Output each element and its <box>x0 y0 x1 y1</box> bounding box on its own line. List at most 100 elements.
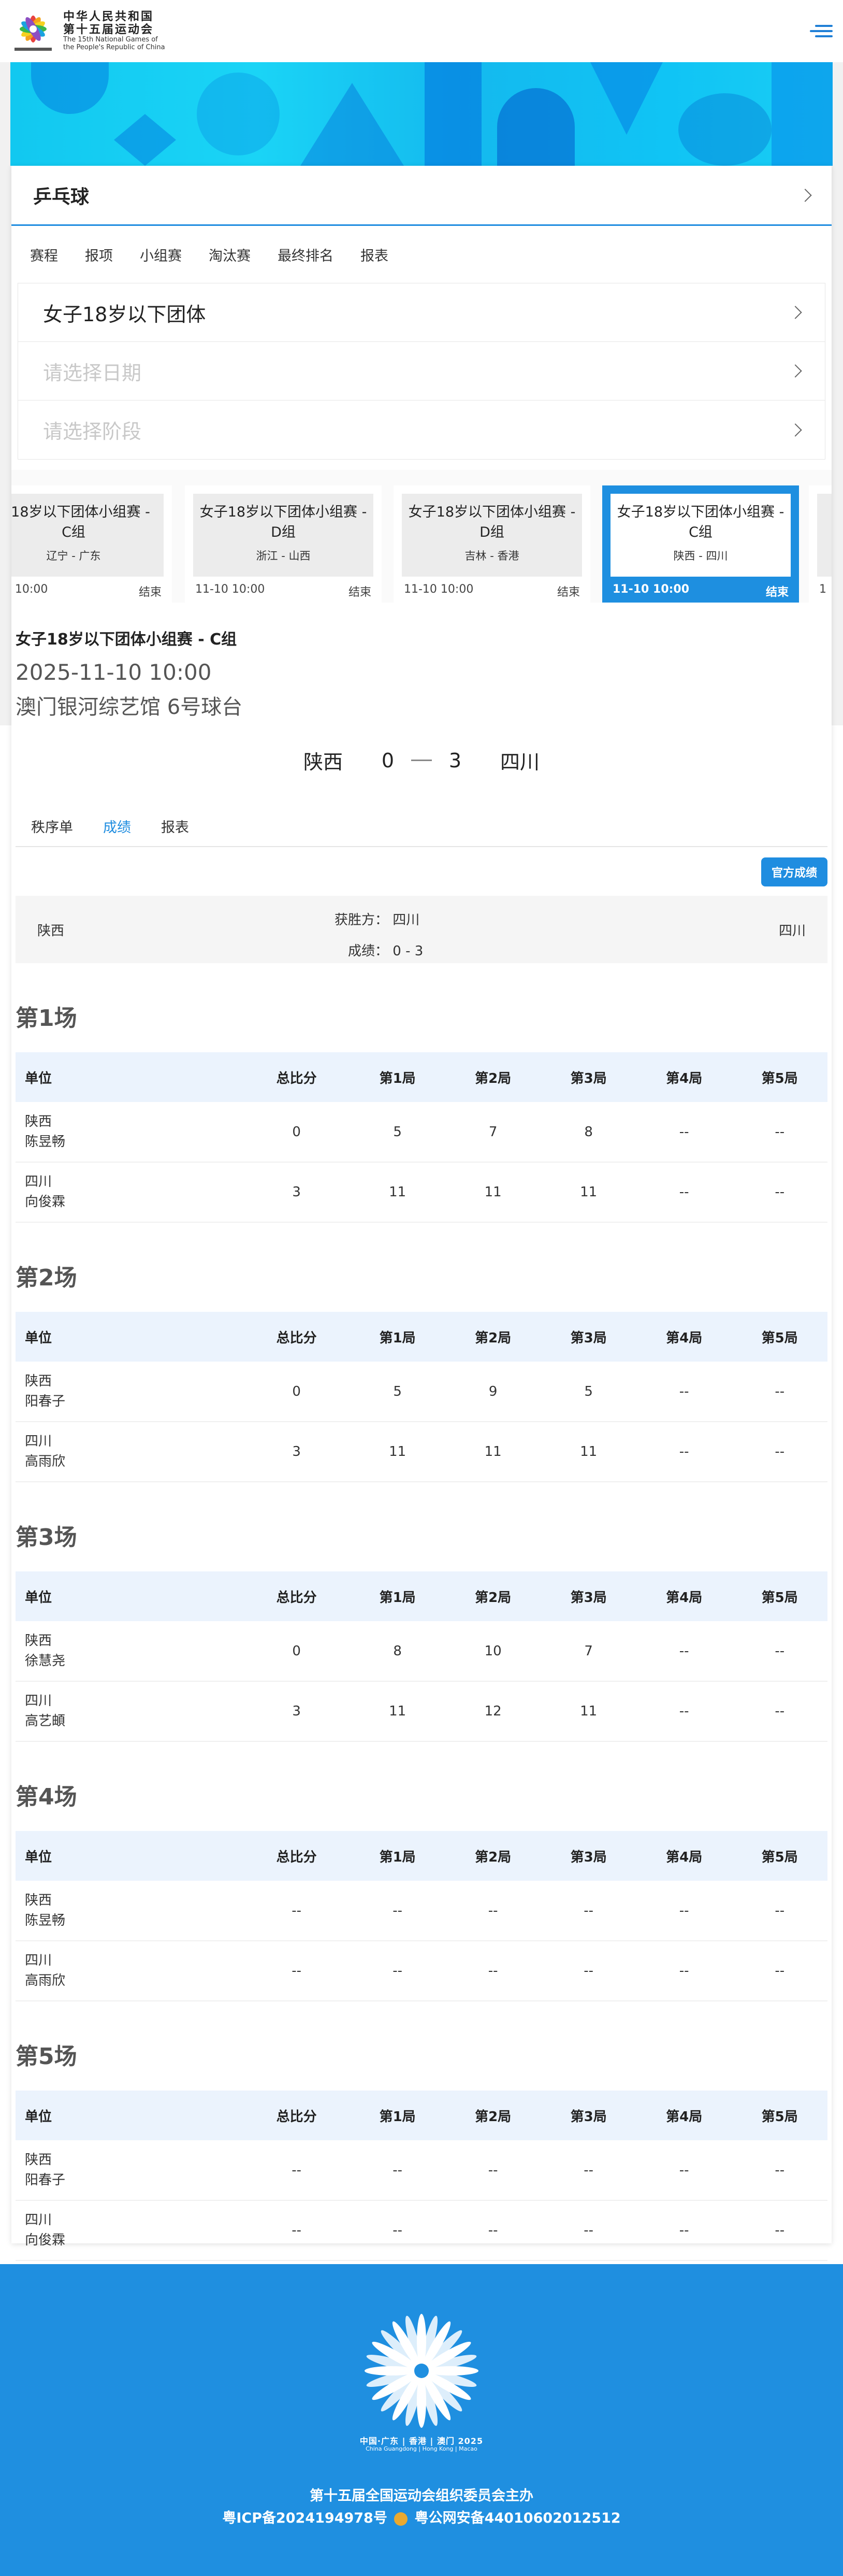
game-section: 第2场 单位 总比分 第1局 第2局 第3局 第4局 第5局 陕西 阳春子 0 5 9 5 -- -- 四川 高雨… <box>16 1259 827 1482</box>
team-name: 陕西 <box>25 1113 52 1129</box>
player-name: 陈昱畅 <box>25 1912 66 1928</box>
tab-reports[interactable]: 报表 <box>360 245 388 265</box>
match-card-group: D组 <box>271 524 296 541</box>
date-select[interactable]: 请选择日期 <box>18 342 825 400</box>
table-header-cell: 单位 <box>16 1571 243 1621</box>
match-card-name: 女子18岁以下团体小组赛 - <box>617 504 784 520</box>
winner-label: 获胜方： <box>334 912 388 928</box>
table-header-cell: 第1局 <box>350 1052 445 1102</box>
table-header-cell: 第4局 <box>636 1571 732 1621</box>
match-card-time: 11-10 10:00 <box>404 583 474 596</box>
unit-cell: 四川 向俊霖 <box>16 2200 243 2261</box>
game-score-cell: 11 <box>445 1422 541 1482</box>
tab-final-ranking[interactable]: 最终排名 <box>278 245 333 265</box>
table-header-cell: 第2局 <box>445 1571 541 1621</box>
unit-cell: 四川 高艺頔 <box>16 1681 243 1742</box>
sport-selector[interactable]: 乒乓球 <box>11 166 832 226</box>
game-score-cell: 5 <box>350 1102 445 1163</box>
match-datetime: 2025-11-10 10:00 <box>16 660 212 685</box>
table-header-cell: 第5局 <box>732 2091 827 2140</box>
game-score-cell: -- <box>636 1102 732 1163</box>
unit-cell: 陕西 徐慧尧 <box>16 1621 243 1682</box>
filter-panel: 女子18岁以下团体 请选择日期 请选择阶段 <box>18 283 825 460</box>
official-results-button[interactable]: 官方成绩 <box>761 857 827 886</box>
game-title: 第1场 <box>16 1005 77 1032</box>
tab-results[interactable]: 成绩 <box>103 816 131 846</box>
main-card: 乒乓球 赛程 报项 小组赛 淘汰赛 最终排名 报表 女子18岁以下团体 请选择日… <box>11 166 832 2261</box>
tab-entries[interactable]: 报项 <box>85 245 113 265</box>
team-name: 陕西 <box>25 1633 52 1649</box>
tab-knockout[interactable]: 淘汰赛 <box>209 245 251 265</box>
team-name: 陕西 <box>25 2152 52 2168</box>
menu-icon[interactable] <box>810 20 833 42</box>
stage-select-placeholder: 请选择阶段 <box>43 420 142 443</box>
match-card[interactable]: 子18岁以下团体小组赛 - C组 辽宁 - 广东 1-10 10:00 结束 <box>11 485 172 603</box>
game-score-cell: -- <box>541 2200 636 2261</box>
game-score-cell: -- <box>445 1881 541 1941</box>
match-carousel[interactable]: 子18岁以下团体小组赛 - C组 辽宁 - 广东 1-10 10:00 结束 女… <box>11 470 832 603</box>
tab-group-stage[interactable]: 小组赛 <box>140 245 182 265</box>
team-name: 陕西 <box>25 1892 52 1908</box>
footer-police-link[interactable]: 粤公网安备44010602012512 <box>415 2510 621 2526</box>
table-header-cell: 第4局 <box>636 1052 732 1102</box>
match-card[interactable]: 女子18岁以下团体小组赛 - D组 浙江 - 山西 11-10 10:00 结束 <box>185 485 382 603</box>
chevron-right-icon <box>789 306 802 319</box>
table-header-cell: 第1局 <box>350 2091 445 2140</box>
game-title: 第3场 <box>16 1524 77 1551</box>
table-header-cell: 总比分 <box>243 1831 350 1881</box>
tab-schedule[interactable]: 赛程 <box>30 245 58 265</box>
games-emblem-icon <box>14 16 52 51</box>
unit-cell: 四川 高雨欣 <box>16 1422 243 1482</box>
logo-cn-line1: 中华人民共和国 <box>63 10 154 23</box>
game-score-cell: -- <box>732 1422 827 1482</box>
game-score-cell: -- <box>445 2200 541 2261</box>
table-header-cell: 第4局 <box>636 1831 732 1881</box>
team-name: 四川 <box>25 1953 52 1968</box>
tab-order-sheet[interactable]: 秩序单 <box>31 816 73 846</box>
table-header-cell: 单位 <box>16 1052 243 1102</box>
game-score-cell: -- <box>732 1681 827 1742</box>
summary-team-right: 四川 <box>778 923 806 939</box>
game-score-cell: -- <box>350 1941 445 2001</box>
game-score-cell: -- <box>636 1162 732 1223</box>
game-section: 第1场 单位 总比分 第1局 第2局 第3局 第4局 第5局 陕西 陈昱畅 0 5 7 8 -- -- 四川 向俊… <box>16 999 827 1223</box>
footer-icp-link[interactable]: 粤ICP备2024194978号 <box>222 2510 387 2526</box>
match-card-selected[interactable]: 女子18岁以下团体小组赛 - C组 陕西 - 四川 11-10 10:00 结束 <box>602 485 799 603</box>
table-header-cell: 第1局 <box>350 1312 445 1362</box>
team-name: 陕西 <box>25 1373 52 1389</box>
top-header: 中华人民共和国 第十五届运动会 The 15th National Games … <box>0 0 843 62</box>
team-name: 四川 <box>25 1693 52 1709</box>
game-score-cell: -- <box>541 1881 636 1941</box>
game-score-cell: -- <box>636 1881 732 1941</box>
total-score-cell: 3 <box>243 1162 350 1223</box>
game-result-table: 单位 总比分 第1局 第2局 第3局 第4局 第5局 陕西 阳春子 -- -- -- -- -- -- 四川向… <box>16 2091 827 2261</box>
match-card-peek[interactable]: 1 <box>809 485 832 603</box>
games-logo[interactable]: 中华人民共和国 第十五届运动会 The 15th National Games … <box>10 8 165 54</box>
table-header-cell: 单位 <box>16 1831 243 1881</box>
page-footer: 中国·广东 | 香港 | 澳门 2025 China Guangdong | H… <box>0 2264 843 2576</box>
sport-title: 乒乓球 <box>33 186 90 208</box>
game-result-table: 单位 总比分 第1局 第2局 第3局 第4局 第5局 陕西 阳春子 0 5 9 5 -- -- 四川 高雨欣 3 1… <box>16 1312 827 1482</box>
game-section: 第4场 单位 总比分 第1局 第2局 第3局 第4局 第5局 陕西 陈昱畅 -- -- -- -- -- --… <box>16 1778 827 2001</box>
table-row: 陕西 陈昱畅 -- -- -- -- -- -- <box>16 1881 827 1941</box>
match-card[interactable]: 女子18岁以下团体小组赛 - D组 吉林 - 香港 11-10 10:00 结束 <box>394 485 590 603</box>
table-header-cell: 第2局 <box>445 1052 541 1102</box>
event-select[interactable]: 女子18岁以下团体 <box>18 283 825 342</box>
match-venue: 澳门银河综艺馆 6号球台 <box>16 695 243 719</box>
table-header-cell: 单位 <box>16 1312 243 1362</box>
table-header-cell: 第4局 <box>636 1312 732 1362</box>
game-score-cell: -- <box>636 1422 732 1482</box>
game-score-cell: 5 <box>350 1362 445 1422</box>
game-score-cell: 11 <box>350 1681 445 1742</box>
match-card-name: 女子18岁以下团体小组赛 - <box>408 504 576 520</box>
table-header-cell: 单位 <box>16 2091 243 2140</box>
chevron-right-icon <box>789 364 802 378</box>
table-header-cell: 第5局 <box>732 1312 827 1362</box>
game-section: 第5场 单位 总比分 第1局 第2局 第3局 第4局 第5局 陕西 阳春子 -- -- -- -- -- --… <box>16 2038 827 2261</box>
stage-select[interactable]: 请选择阶段 <box>18 400 825 459</box>
total-score-cell: 3 <box>243 1422 350 1482</box>
match-card-status: 结束 <box>765 586 789 599</box>
game-score-cell: -- <box>732 1102 827 1163</box>
tab-detail-reports[interactable]: 报表 <box>161 816 189 846</box>
table-header-cell: 总比分 <box>243 2091 350 2140</box>
